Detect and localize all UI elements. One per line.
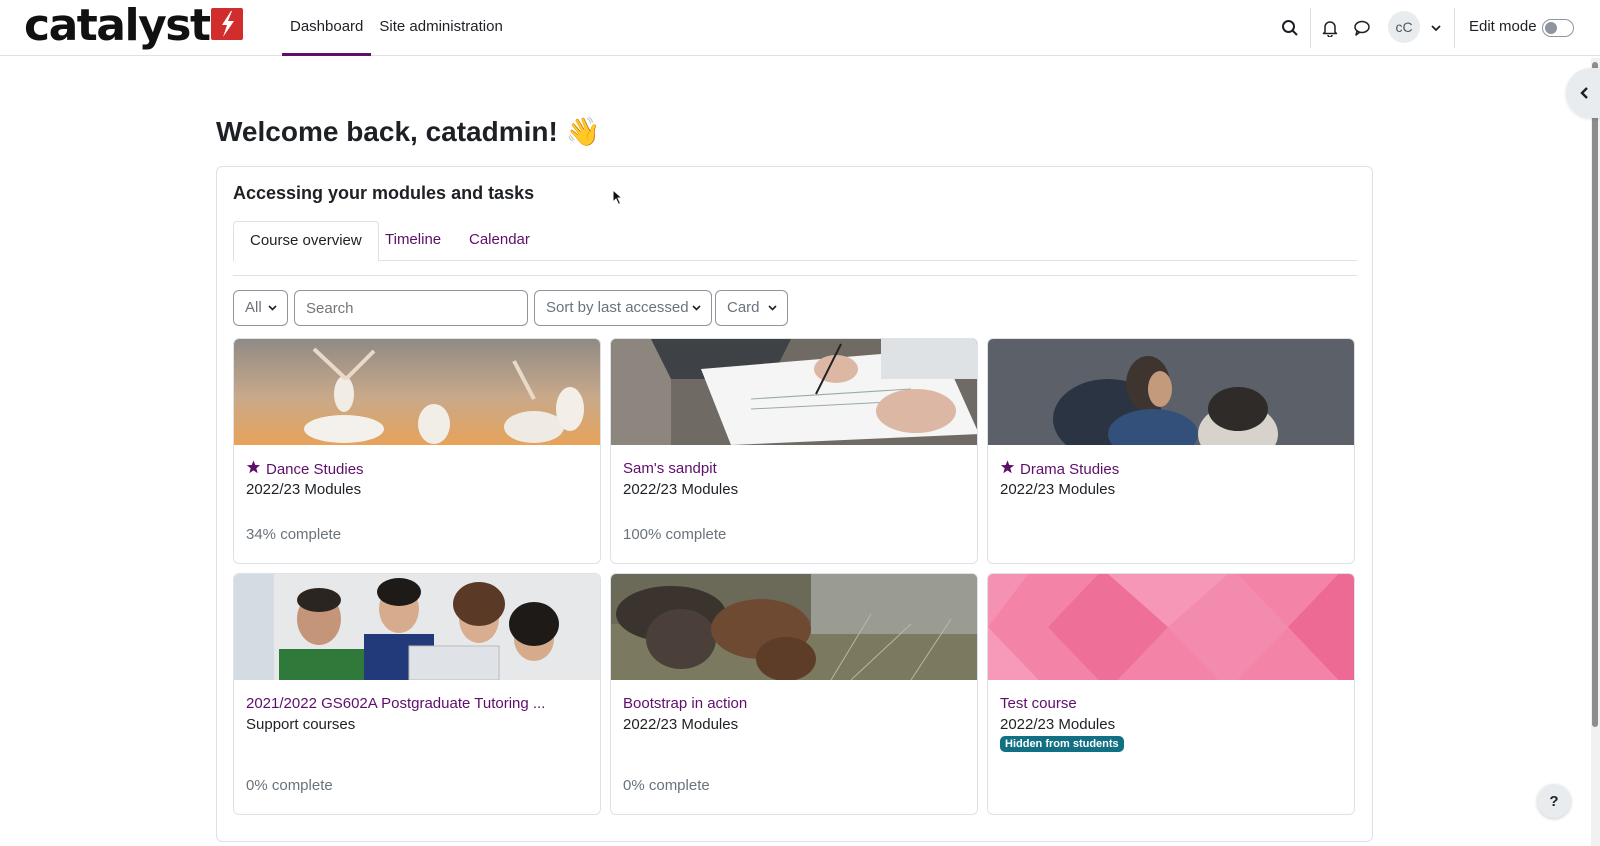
course-progress: 100% complete	[623, 526, 727, 543]
course-title: Sam's sandpit	[623, 460, 717, 477]
tab-calendar[interactable]: Calendar	[453, 221, 546, 261]
search-icon[interactable]	[1278, 16, 1302, 40]
message-icon[interactable]	[1350, 16, 1374, 40]
page-scrollbar[interactable]	[1591, 58, 1600, 846]
course-card[interactable]: Drama Studies 2022/23 Modules	[987, 338, 1355, 564]
navbar-divider	[1454, 8, 1455, 48]
divider	[233, 275, 1357, 276]
course-image[interactable]	[234, 339, 600, 445]
star-icon	[1000, 460, 1015, 478]
chevron-left-icon	[1580, 87, 1588, 99]
grouping-value: All	[245, 299, 262, 316]
tab-timeline[interactable]: Timeline	[369, 221, 457, 261]
nav-dashboard[interactable]: Dashboard	[282, 0, 372, 56]
course-title: Dance Studies	[266, 460, 364, 478]
course-link[interactable]: Drama Studies	[1000, 460, 1119, 478]
course-title: Test course	[1000, 695, 1077, 712]
course-card[interactable]: Dance Studies 2022/23 Modules 34% comple…	[233, 338, 601, 564]
course-overview-block: Accessing your modules and tasks Course …	[216, 166, 1373, 842]
grouping-dropdown[interactable]: All	[233, 290, 288, 326]
logo-bolt-icon	[211, 8, 244, 40]
star-icon	[246, 460, 261, 478]
course-category: Support courses	[246, 716, 356, 733]
page-title: Welcome back, catadmin! 👋	[216, 116, 601, 147]
course-progress: 0% complete	[623, 777, 710, 794]
logo-text: catalyst	[24, 0, 211, 51]
course-title: Drama Studies	[1020, 460, 1120, 478]
chevron-down-icon	[268, 291, 277, 325]
course-category: 2022/23 Modules	[623, 481, 739, 498]
course-category: 2022/23 Modules	[623, 716, 739, 733]
sort-dropdown[interactable]: Sort by last accessed	[534, 290, 712, 326]
course-link[interactable]: 2021/2022 GS602A Postgraduate Tutoring .…	[246, 695, 545, 712]
open-drawer-button[interactable]	[1566, 68, 1600, 118]
course-category: 2022/23 Modules	[246, 481, 362, 498]
bell-icon[interactable]	[1318, 16, 1342, 40]
course-image[interactable]	[611, 339, 977, 445]
view-value: Card	[727, 299, 760, 316]
help-button[interactable]: ?	[1537, 784, 1571, 818]
edit-mode-toggle[interactable]	[1542, 19, 1574, 37]
block-title: Accessing your modules and tasks	[233, 183, 535, 203]
site-logo[interactable]: catalyst	[24, 0, 244, 51]
user-avatar[interactable]: cC	[1388, 11, 1420, 43]
course-card[interactable]: Bootstrap in action 2022/23 Modules 0% c…	[610, 573, 978, 815]
tab-course-overview[interactable]: Course overview	[233, 221, 379, 262]
course-title: 2021/2022 GS602A Postgraduate Tutoring .…	[246, 695, 546, 712]
scrollbar-thumb[interactable]	[1592, 62, 1598, 727]
primary-navigation: Dashboard Site administration	[282, 0, 511, 56]
course-image[interactable]	[988, 339, 1354, 445]
course-category: 2022/23 Modules	[1000, 716, 1116, 733]
course-progress: 0% complete	[246, 777, 333, 794]
hidden-status-badge: Hidden from students	[1000, 736, 1124, 752]
view-dropdown[interactable]: Card	[715, 290, 788, 326]
mouse-cursor-icon	[612, 188, 624, 211]
navbar-divider	[1310, 8, 1311, 48]
sort-value: Sort by last accessed	[546, 299, 689, 316]
course-image-pattern[interactable]	[988, 574, 1354, 680]
top-navbar: catalyst Dashboard Site administration c…	[0, 0, 1600, 56]
course-progress: 34% complete	[246, 526, 342, 543]
course-card[interactable]: Sam's sandpit 2022/23 Modules 100% compl…	[610, 338, 978, 564]
course-search-input[interactable]	[294, 290, 528, 326]
block-tabs: Course overview Timeline Calendar	[233, 221, 1357, 262]
course-link[interactable]: Dance Studies	[246, 460, 364, 478]
chevron-down-icon	[692, 291, 701, 325]
edit-mode-label: Edit mode	[1469, 18, 1537, 35]
course-image[interactable]	[234, 574, 600, 680]
course-image[interactable]	[611, 574, 977, 680]
course-card[interactable]: 2021/2022 GS602A Postgraduate Tutoring .…	[233, 573, 601, 815]
course-title: Bootstrap in action	[623, 695, 748, 712]
user-menu-chevron-down-icon[interactable]	[1424, 16, 1448, 40]
course-category: 2022/23 Modules	[1000, 481, 1116, 498]
course-card[interactable]: Test course 2022/23 Modules Hidden from …	[987, 573, 1355, 815]
toggle-knob	[1545, 22, 1557, 34]
course-link[interactable]: Sam's sandpit	[623, 460, 717, 477]
course-link[interactable]: Bootstrap in action	[623, 695, 747, 712]
nav-site-administration[interactable]: Site administration	[371, 0, 510, 56]
course-link[interactable]: Test course	[1000, 695, 1077, 712]
chevron-down-icon	[768, 291, 777, 325]
